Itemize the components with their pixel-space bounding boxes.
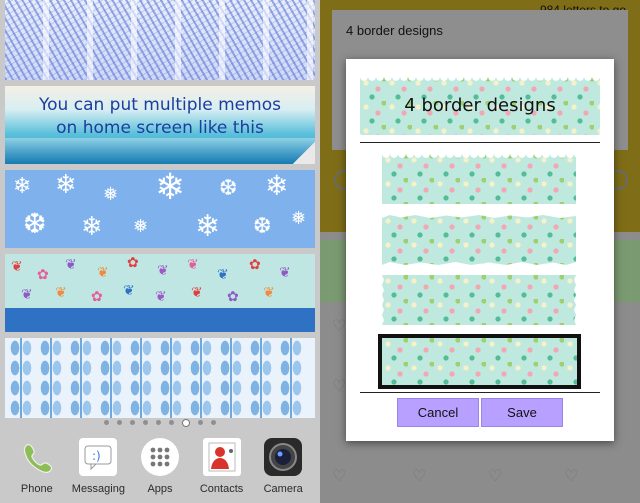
butterfly-icon: ✿: [249, 257, 261, 273]
snowflake-icon: ❅: [103, 184, 119, 205]
border-design-dialog: 4 border designs Cancel Save: [346, 59, 614, 441]
cancel-button[interactable]: Cancel: [397, 398, 479, 427]
leaf-pattern: [279, 338, 303, 418]
memo-text-line-2: on home screen like this: [56, 118, 264, 138]
border-design-scalloped[interactable]: [382, 154, 576, 204]
snowflake-icon: ❄: [155, 170, 186, 208]
leaf-pattern: [189, 338, 213, 418]
butterfly-icon: ❦: [123, 283, 135, 299]
dock-label-camera: Camera: [263, 483, 303, 495]
heart-icon[interactable]: ♡: [332, 468, 346, 484]
snowflake-icon: ❄: [81, 212, 103, 242]
dialog-title: 4 border designs: [404, 95, 556, 116]
dock-phone[interactable]: Phone: [7, 432, 67, 503]
snowflake-icon: ❄: [13, 174, 32, 199]
leaf-pattern: [249, 338, 273, 418]
leaf-pattern: [129, 338, 153, 418]
snowflake-icon: ❆: [219, 176, 238, 201]
butterfly-icon: ❦: [11, 259, 23, 275]
dock-label-messaging: Messaging: [71, 483, 125, 495]
leaf-pattern: [99, 338, 123, 418]
butterfly-icon: ✿: [37, 267, 49, 283]
dock-label-apps: Apps: [147, 483, 173, 495]
page-dot: [211, 420, 216, 425]
save-button[interactable]: Save: [481, 398, 563, 427]
border-design-plain[interactable]: [378, 334, 581, 389]
camera-icon: [264, 438, 303, 476]
memo-widget-sea[interactable]: You can put multiple memos on home scree…: [5, 86, 315, 164]
snowflake-icon: ❄: [195, 209, 221, 244]
butterfly-icon: ❦: [97, 265, 109, 281]
heart-icon[interactable]: ♡: [564, 468, 578, 484]
dock-camera[interactable]: Camera: [253, 432, 313, 503]
sea-wave: [5, 138, 315, 164]
leaf-pattern: [159, 338, 183, 418]
home-screen: You can put multiple memos on home scree…: [0, 0, 320, 503]
butterfly-icon: ❦: [191, 285, 203, 301]
page-dot: [156, 420, 161, 425]
heart-icon[interactable]: ♡: [412, 468, 426, 484]
app-dock: Phone :) Messaging Apps Contacts Camera: [0, 432, 320, 503]
border-design-torn[interactable]: [382, 215, 576, 265]
messaging-icon: :): [79, 438, 118, 476]
dialog-title-strip: 4 border designs: [360, 77, 600, 135]
leaf-pattern: [39, 338, 63, 418]
apps-grid-icon: [140, 438, 179, 476]
page-dot: [169, 420, 174, 425]
dock-apps[interactable]: Apps: [130, 432, 190, 503]
border-design-zigzag[interactable]: [382, 275, 576, 325]
heart-icon[interactable]: ♡: [332, 378, 346, 394]
heart-icon[interactable]: ♡: [332, 318, 346, 334]
dock-messaging[interactable]: :) Messaging: [68, 432, 128, 503]
dock-label-contacts: Contacts: [199, 483, 244, 495]
butterfly-icon: ❦: [65, 257, 77, 273]
snowflake-icon: ❆: [253, 214, 272, 239]
butterfly-icon: ❦: [217, 267, 229, 283]
phone-icon: [18, 438, 56, 476]
page-dot-active: [182, 419, 190, 427]
memo-text: 4 border designs: [346, 23, 443, 38]
contacts-icon: [202, 438, 241, 476]
memo-text: You can put multiple memos on home scree…: [5, 94, 315, 140]
butterfly-icon: ❦: [55, 285, 67, 301]
butterfly-icon: ✿: [91, 289, 103, 305]
butterfly-icon: ❦: [263, 285, 275, 301]
page-dot: [198, 420, 203, 425]
butterfly-icon: ❦: [155, 289, 167, 305]
leaf-pattern: [219, 338, 243, 418]
snowflake-icon: ❄: [55, 170, 77, 200]
leaf-pattern: [9, 338, 33, 418]
memo-widget-blue-sketch[interactable]: [5, 0, 315, 80]
page-indicator: [0, 419, 320, 427]
memo-text-line-1: You can put multiple memos: [39, 95, 281, 115]
page-dot: [104, 420, 109, 425]
snowflake-icon: ❅: [291, 208, 307, 229]
page-curl: [293, 142, 315, 164]
butterfly-icon: ❦: [279, 265, 291, 281]
snowflake-icon: ❆: [23, 207, 47, 240]
butterfly-icon: ✿: [127, 255, 139, 271]
butterfly-icon: ✿: [227, 289, 239, 305]
butterfly-icon: ❦: [157, 263, 169, 279]
dock-contacts[interactable]: Contacts: [192, 432, 252, 503]
heart-icon[interactable]: ♡: [488, 468, 502, 484]
page-dot: [143, 420, 148, 425]
snowflake-icon: ❅: [133, 216, 149, 237]
svg-text::): :): [92, 449, 101, 463]
butterfly-icon: ❦: [21, 287, 33, 303]
snowflake-icon: ❄: [265, 170, 289, 202]
butterfly-band: [5, 308, 315, 332]
dock-label-phone: Phone: [20, 483, 53, 495]
leaf-pattern: [69, 338, 93, 418]
divider-top: [360, 142, 600, 143]
page-dot: [117, 420, 122, 425]
divider-bottom: [360, 392, 600, 393]
memo-widget-snowflakes[interactable]: ❄ ❄ ❅ ❄ ❆ ❄ ❆ ❄ ❅ ❄ ❆ ❅: [5, 170, 315, 248]
page-dot: [130, 420, 135, 425]
memo-widget-butterflies[interactable]: ❦ ✿ ❦ ❦ ✿ ❦ ❦ ❦ ✿ ❦ ❦ ❦ ✿ ❦ ❦ ❦ ✿ ❦: [5, 254, 315, 332]
memo-widget-leaves[interactable]: [5, 338, 315, 418]
butterfly-icon: ❦: [187, 257, 199, 273]
